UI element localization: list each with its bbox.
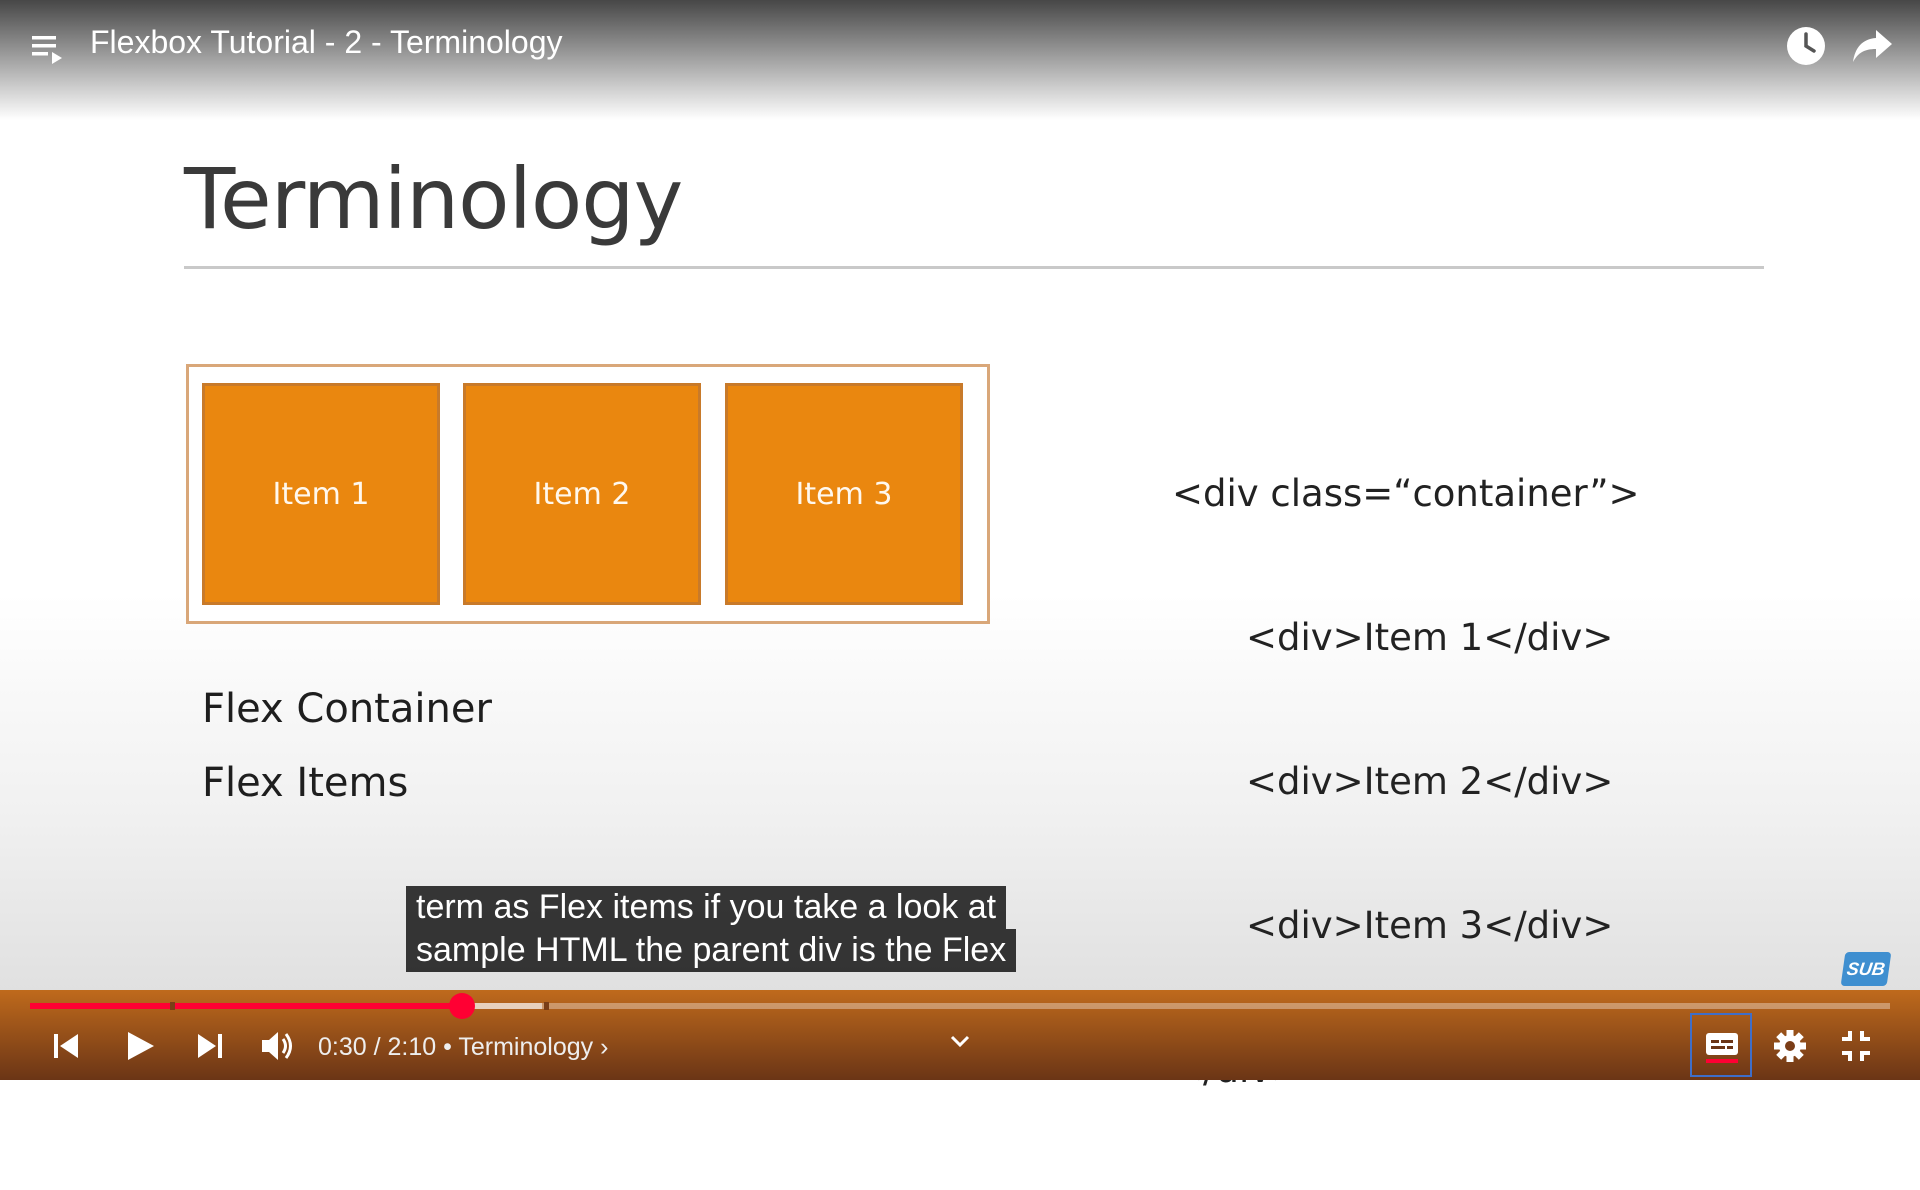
chapter-marker [170,1002,175,1010]
chapter-arrow[interactable]: › [600,1033,608,1061]
caption-line: sample HTML the parent div is the Flex [406,929,1017,972]
subtitles-button[interactable] [1690,1013,1752,1077]
gear-icon[interactable] [1772,1026,1808,1071]
code-line: <div>Item 2</div> [1246,760,1614,803]
exit-fullscreen-icon[interactable] [1838,1026,1874,1071]
slide-title-divider [184,266,1764,269]
time-display: 0:30 / 2:10 [318,1033,437,1061]
code-line: <div>Item 1</div> [1246,616,1614,659]
skip-previous-icon[interactable] [50,1026,84,1071]
chapter-marker [544,1002,549,1010]
time-and-chapter: 0:30 / 2:10 • Terminology › [318,1033,608,1062]
subtitles-icon [1704,1029,1740,1068]
code-line: <div>Item 3</div> [1246,904,1614,947]
code-line: <div class=“container”> [1172,472,1640,515]
video-title[interactable]: Flexbox Tutorial - 2 - Terminology [90,24,562,61]
flex-item-3: Item 3 [725,383,963,605]
flex-item-1: Item 1 [202,383,440,605]
term-flex-items: Flex Items [202,760,409,806]
chapter-separator: • [443,1033,452,1061]
flex-item-2: Item 2 [463,383,701,605]
clock-icon[interactable] [1784,24,1828,73]
chapter-title[interactable]: Terminology [458,1033,593,1061]
term-flex-container: Flex Container [202,686,492,732]
slide-title: Terminology [184,150,683,248]
chevron-down-icon[interactable] [948,1030,972,1057]
flex-container-diagram: Item 1 Item 2 Item 3 [186,364,990,624]
progress-played [30,1003,462,1009]
caption-window: term as Flex items if you take a look at… [406,886,1046,972]
skip-next-icon[interactable] [192,1026,226,1071]
share-icon[interactable] [1850,24,1896,73]
progress-bar[interactable] [30,993,1890,1019]
play-icon[interactable] [122,1026,158,1071]
progress-scrubber[interactable] [448,993,475,1019]
caption-line: term as Flex items if you take a look at [406,886,1007,929]
subscribe-watermark[interactable]: SUB [1840,952,1892,986]
player-top-bar: Flexbox Tutorial - 2 - Terminology [0,0,1920,120]
playlist-icon[interactable] [30,30,66,71]
volume-icon[interactable] [258,1026,298,1071]
